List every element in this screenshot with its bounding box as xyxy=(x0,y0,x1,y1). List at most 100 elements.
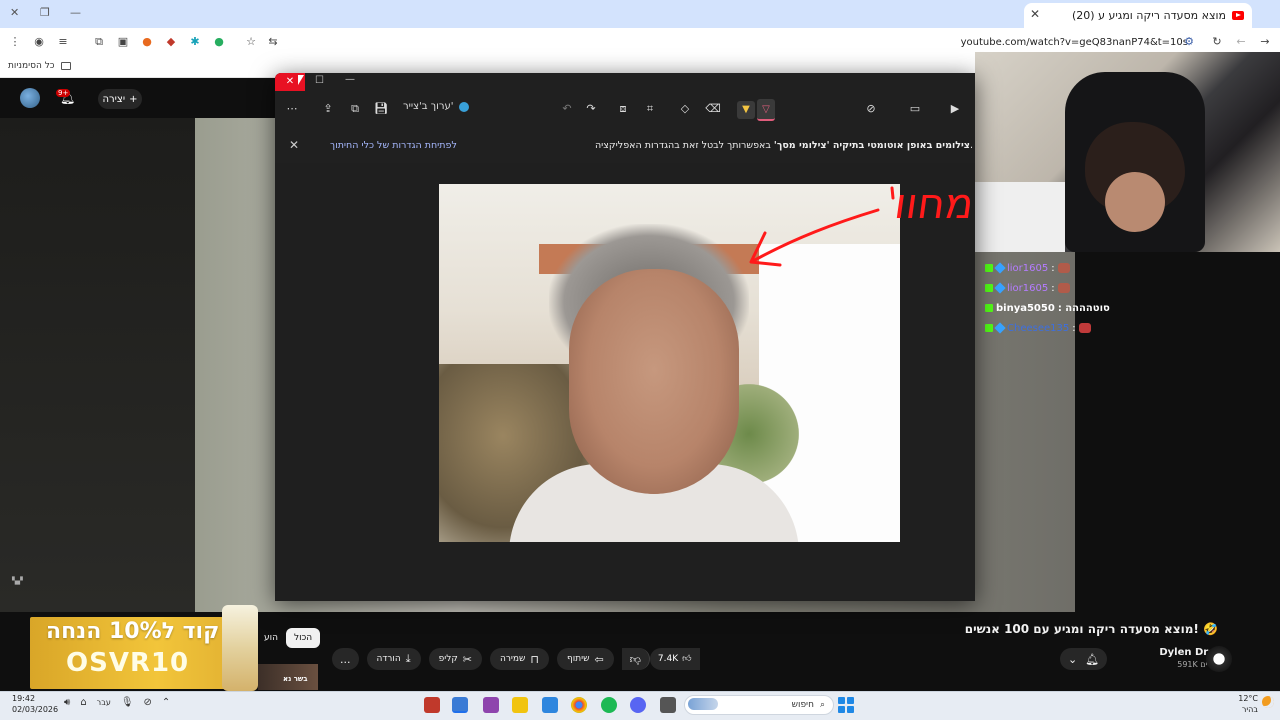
video-title: מוצא מסעדה ריקה ומגיע עם 100 אנשים! 🤣 xyxy=(964,622,1218,636)
extension-c-icon[interactable]: ◆ xyxy=(164,35,178,49)
back-icon[interactable]: → xyxy=(1258,35,1272,49)
chat-message: lior1605 : xyxy=(985,258,1185,278)
reload-icon[interactable]: ↻ xyxy=(1210,35,1224,49)
chat-username: lior1605 xyxy=(1007,262,1049,274)
tray-app-icon[interactable]: ⊘ xyxy=(144,697,152,708)
notification-count-badge: 9+ xyxy=(56,89,71,97)
url-text[interactable]: youtube.com/watch?v=geQ83nanP74&t=10s xyxy=(961,37,1188,48)
more-label: ... xyxy=(340,652,351,666)
search-highlight-art xyxy=(688,698,718,710)
menu-kebab-icon[interactable]: ⋮ xyxy=(8,35,22,49)
clip-label: קליפ xyxy=(438,654,458,664)
volume-icon[interactable]: 🔊︎ xyxy=(64,697,70,708)
save-button[interactable]: שמירה ⊓ xyxy=(489,648,550,670)
cast-icon[interactable]: ⇆ xyxy=(266,35,280,49)
sub-badge-icon xyxy=(994,262,1006,274)
extension-a-icon[interactable]: ▣ xyxy=(116,35,130,49)
thumbnail-text: בשר נא xyxy=(283,675,308,683)
thumbs-down-icon: 👎︎ xyxy=(629,652,641,666)
channel-avatar[interactable] xyxy=(1206,646,1232,672)
chat-username: lior1605 xyxy=(1007,282,1049,294)
discord-taskbar-icon[interactable] xyxy=(630,697,646,713)
site-settings-icon[interactable]: ⚙ xyxy=(1182,35,1196,49)
snipping-tool-window[interactable]: ✕ ☐ — ⋯ ⇪ ⧉ 💾︎ ערוך ב'צייר' ↶ ↷ ⧈ ⌗ ◇ ⌫ … xyxy=(275,73,975,601)
clock-time: 19:42 xyxy=(12,694,36,703)
download-button[interactable]: הורדה ⤓ xyxy=(366,648,421,670)
create-button[interactable]: יצירה + xyxy=(98,89,142,109)
taskbar-app-1-icon[interactable] xyxy=(424,697,440,713)
language-indicator[interactable]: עבר xyxy=(97,698,111,707)
user-avatar[interactable] xyxy=(20,88,40,108)
chat-text: : xyxy=(1051,282,1055,294)
kick-badge-icon xyxy=(985,264,993,272)
stream-chat: lior1605 : lior1605 : binya5050 : סוטההה… xyxy=(985,258,1185,348)
bell-icon: 🔔︎ xyxy=(1085,652,1100,666)
chat-username: binya5050 xyxy=(996,302,1055,314)
chrome-taskbar-icon[interactable] xyxy=(571,697,587,713)
microphone-icon[interactable]: 🎙︎ xyxy=(121,697,134,708)
chip-all[interactable]: הכול xyxy=(285,628,321,648)
folder-icon xyxy=(60,62,71,70)
kick-badge-icon xyxy=(985,324,993,332)
extension-e-icon[interactable]: ● xyxy=(212,35,226,49)
taskbar-app-3-icon[interactable] xyxy=(483,697,499,713)
save-label: שמירה xyxy=(499,654,526,664)
weather-temp: 12°C xyxy=(1238,694,1258,703)
tab-active[interactable]: ✕ (20) מוצא מסעדה ריקה ומגיע ע xyxy=(1024,3,1252,28)
window-minimize-icon[interactable]: — xyxy=(70,6,81,19)
notepad-icon[interactable] xyxy=(542,697,558,713)
bookmark-star-icon[interactable]: ☆ xyxy=(244,35,258,49)
window-close-icon[interactable]: ✕ xyxy=(10,6,19,19)
dislike-button[interactable]: 👎︎ xyxy=(621,648,650,670)
download-label: הורדה xyxy=(376,654,401,664)
thumbs-up-icon: 👍︎ xyxy=(682,654,692,664)
filter-chips: הוע הכול xyxy=(262,628,321,648)
weather-widget[interactable]: 12°C בהיר xyxy=(1238,693,1258,715)
spotify-taskbar-icon[interactable] xyxy=(601,697,617,713)
show-hidden-icons-icon[interactable]: ⌃ xyxy=(162,697,170,708)
emote-icon xyxy=(1057,263,1070,273)
chat-message: lior1605 : xyxy=(985,278,1185,298)
share-button[interactable]: שיתוף ⇦ xyxy=(557,648,614,670)
sub-badge-icon xyxy=(994,282,1006,294)
extension-b-icon[interactable]: ● xyxy=(140,35,154,49)
bookmark-icon: ⊓ xyxy=(530,652,540,666)
webcam-bed xyxy=(975,182,1065,252)
chat-text: : xyxy=(1051,262,1055,274)
extension-d-icon[interactable]: ✱ xyxy=(188,35,202,49)
weather-condition: בהיר xyxy=(1241,705,1258,714)
windows-start-icon[interactable] xyxy=(838,697,854,713)
telegram-taskbar-icon[interactable] xyxy=(452,697,468,713)
tab-close-icon[interactable]: ✕ xyxy=(1030,7,1040,21)
search-icon: ⌕ xyxy=(819,700,825,710)
player-side-area xyxy=(0,118,195,612)
download-icon: ⤓ xyxy=(405,652,411,665)
search-label: חיפוש xyxy=(791,700,814,710)
chat-message: Cheesee135 : xyxy=(985,318,1185,338)
clip-button[interactable]: קליפ ✂ xyxy=(428,648,482,670)
chevron-down-icon: ⌄ xyxy=(1068,652,1078,666)
ad-line2: OSVR10 xyxy=(66,648,190,678)
subscribed-button[interactable]: ⌄ 🔔︎ xyxy=(1060,648,1108,670)
file-explorer-icon[interactable] xyxy=(512,697,528,713)
window-restore-icon[interactable]: ❐ xyxy=(40,6,50,19)
subscribe-group: ⌄ 🔔︎ xyxy=(1060,648,1108,670)
webcam-streamer-face xyxy=(1105,172,1165,232)
sub-badge-icon xyxy=(994,322,1006,334)
more-actions-button[interactable]: ... xyxy=(332,648,359,670)
reading-list-icon[interactable]: ≡ xyxy=(56,35,70,49)
taskbar-app-9-icon[interactable] xyxy=(660,697,676,713)
all-bookmarks-button[interactable]: כל הסימניות xyxy=(8,61,71,71)
forward-icon[interactable]: ← xyxy=(1234,35,1248,49)
streamer-webcam xyxy=(975,52,1280,252)
network-icon[interactable]: ⌂ xyxy=(80,697,86,708)
kick-badge-icon xyxy=(985,284,993,292)
like-button[interactable]: 7.4K 👍︎ xyxy=(649,648,700,670)
taskbar-clock[interactable]: 19:42 02/03/2026 xyxy=(12,693,58,715)
watermark-logo: ▚▞ xyxy=(12,577,23,585)
chip-partial[interactable]: הוע xyxy=(262,628,280,648)
ad-line1: קוד ל10% הנחה xyxy=(46,619,220,644)
like-dislike-pill: 👎︎ 7.4K 👍︎ xyxy=(621,648,700,670)
extensions-icon[interactable]: ⧉ xyxy=(92,35,106,49)
profile-icon[interactable]: ◉ xyxy=(32,35,46,49)
